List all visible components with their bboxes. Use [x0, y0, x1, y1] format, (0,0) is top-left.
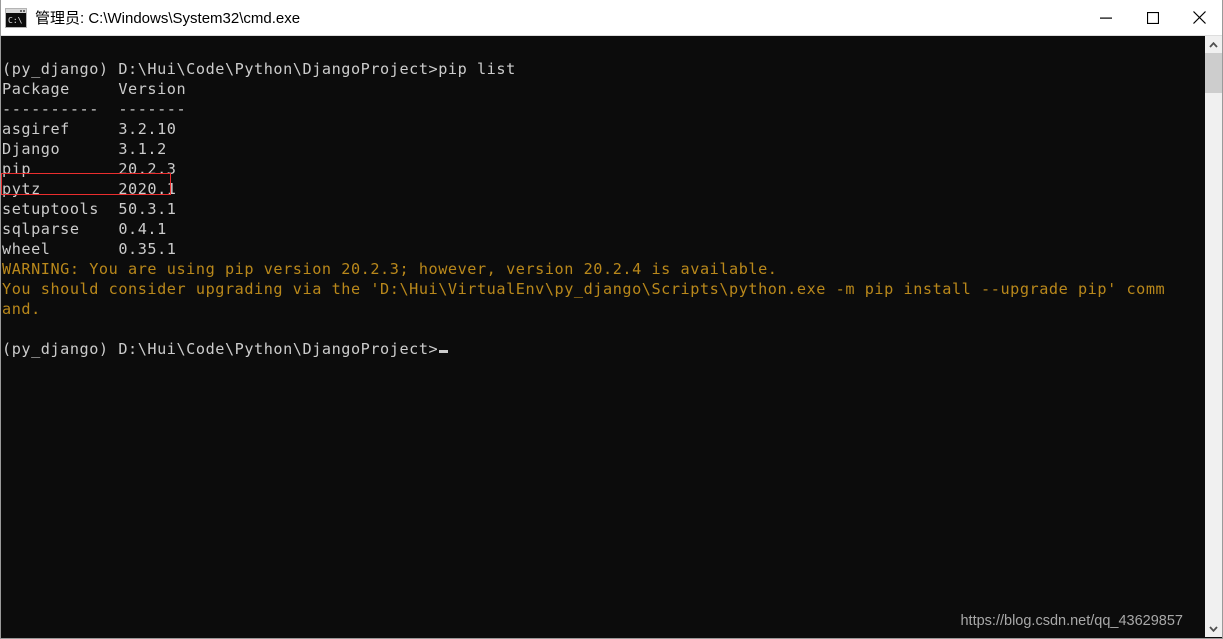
- text-cursor: [439, 350, 449, 353]
- console-output-area[interactable]: (py_django) D:\Hui\Code\Python\DjangoPro…: [1, 36, 1205, 637]
- maximize-button[interactable]: [1129, 0, 1176, 35]
- console-line: pip 20.2.3: [2, 160, 177, 178]
- cmd-console-icon: C:\: [5, 7, 27, 28]
- console-line: pytz 2020.1: [2, 180, 177, 198]
- chevron-up-icon: [1209, 41, 1218, 48]
- maximize-icon: [1146, 11, 1159, 24]
- minimize-icon: [1099, 17, 1112, 19]
- console-prompt-line: (py_django) D:\Hui\Code\Python\DjangoPro…: [1, 339, 1205, 359]
- console-line: wheel 0.35.1: [2, 240, 177, 258]
- console-prompt-text: (py_django) D:\Hui\Code\Python\DjangoPro…: [2, 340, 439, 358]
- console-text-block: (py_django) D:\Hui\Code\Python\DjangoPro…: [1, 59, 1205, 359]
- scrollbar-thumb[interactable]: [1205, 53, 1222, 93]
- close-button[interactable]: [1176, 0, 1223, 35]
- watermark-url: https://blog.csdn.net/qq_43629857: [960, 613, 1183, 629]
- cmd-window: C:\ 管理员: C:\Windows\System32\cmd.exe (py…: [0, 0, 1223, 639]
- console-line-django: Django 3.1.2: [2, 140, 167, 158]
- chevron-down-icon: [1209, 625, 1218, 632]
- console-line: sqlparse 0.4.1: [2, 220, 167, 238]
- scrollbar-up-button[interactable]: [1205, 36, 1222, 53]
- window-titlebar[interactable]: C:\ 管理员: C:\Windows\System32\cmd.exe: [0, 0, 1223, 36]
- console-line: setuptools 50.3.1: [2, 200, 177, 218]
- console-line-warning: WARNING: You are using pip version 20.2.…: [2, 260, 778, 278]
- scrollbar-down-button[interactable]: [1205, 620, 1222, 637]
- scrollbar-track[interactable]: [1205, 93, 1222, 620]
- console-line-warning: You should consider upgrading via the 'D…: [2, 280, 1166, 298]
- console-line: (py_django) D:\Hui\Code\Python\DjangoPro…: [2, 60, 516, 78]
- vertical-scrollbar[interactable]: [1205, 36, 1222, 637]
- window-controls: [1082, 0, 1223, 35]
- minimize-button[interactable]: [1082, 0, 1129, 35]
- console-line: ---------- -------: [2, 100, 187, 118]
- svg-text:C:\: C:\: [8, 16, 23, 25]
- close-icon: [1193, 11, 1206, 24]
- titlebar-left-group: C:\ 管理员: C:\Windows\System32\cmd.exe: [0, 7, 1082, 28]
- window-title: 管理员: C:\Windows\System32\cmd.exe: [35, 10, 301, 27]
- console-line-warning: and.: [2, 300, 41, 318]
- console-line: asgiref 3.2.10: [2, 120, 177, 138]
- console-line: Package Version: [2, 80, 187, 98]
